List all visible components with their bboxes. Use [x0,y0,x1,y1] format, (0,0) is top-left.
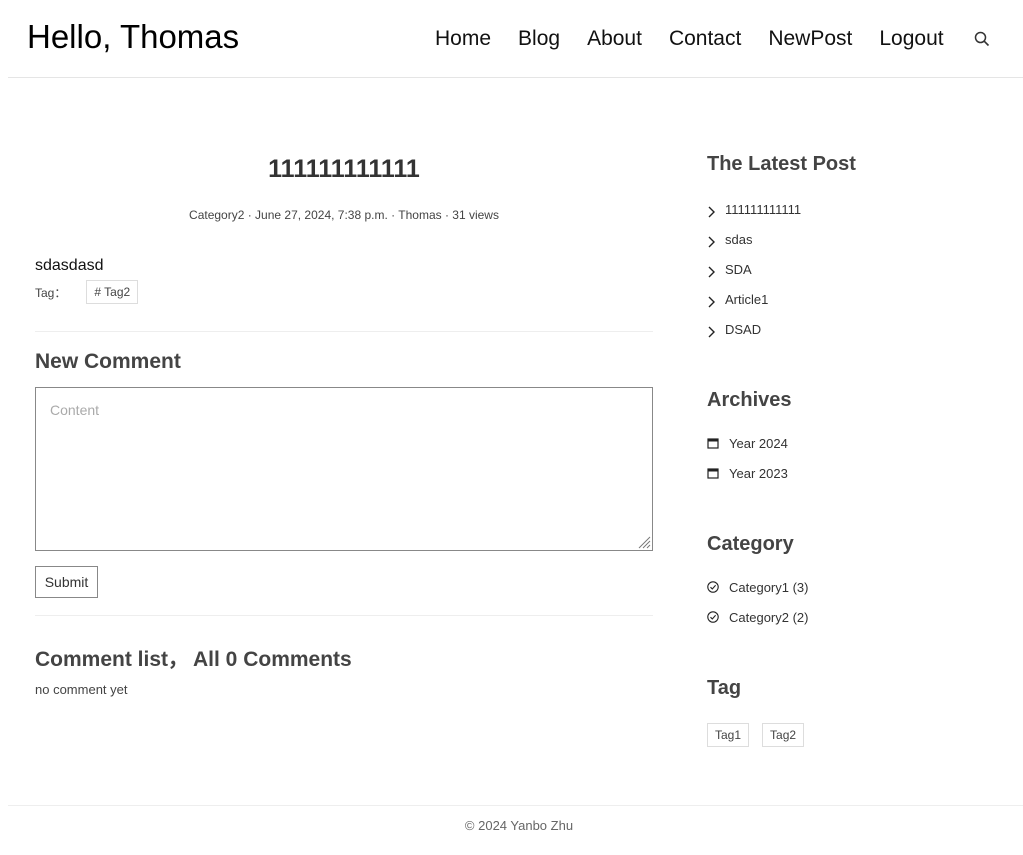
site-footer: © 2024 Yanbo Zhu [464,818,574,833]
submit-button[interactable]: Submit [35,566,98,598]
chevron-right-icon [708,296,715,307]
category-item[interactable]: Category2 (2) [707,602,808,632]
check-circle-icon [707,611,719,623]
category-item[interactable]: Category1 (3) [707,572,808,602]
chevron-right-icon [708,326,715,337]
comment-count: All 0 Comments [193,648,352,671]
latest-post-label: SDA [725,261,752,277]
empty-comments-text: no comment yet [35,682,128,697]
latest-post-list: 111111111111 sdas SDA Article1 DSAD [707,194,801,344]
latest-post-item[interactable]: DSAD [707,314,801,344]
tag-title: Tag [707,677,742,699]
latest-post-title: The Latest Post [707,153,856,175]
calendar-icon [707,438,719,449]
post-title: 111111111111 [268,155,420,183]
chevron-right-icon [708,206,715,217]
archive-item[interactable]: Year 2023 [707,458,788,488]
tag-item[interactable]: Tag2 [762,723,805,747]
latest-post-label: Article1 [725,291,769,307]
comment-list-label: Comment list， [35,648,190,671]
latest-post-label: DSAD [725,321,762,337]
tag-label: Tag： [35,285,67,300]
divider [35,331,653,332]
divider [35,615,653,616]
nav-newpost[interactable]: NewPost [768,25,852,53]
nav-home[interactable]: Home [435,25,491,53]
latest-post-label: sdas [725,231,753,247]
main-nav: Home Blog About Contact NewPost Logout [435,24,990,54]
post-meta: Category2 · June 27, 2024, 7:38 p.m. · T… [189,208,499,222]
post-tags: Tag： # Tag2 [35,280,139,304]
archive-label: Year 2024 [729,435,788,451]
archives-title: Archives [707,389,792,411]
post-body: sdasdasd [35,257,104,274]
search-icon[interactable] [974,31,990,47]
comment-list-heading: Comment list， All 0 Comments [35,643,352,673]
nav-about[interactable]: About [587,25,642,53]
archive-label: Year 2023 [729,465,788,481]
category-list: Category1 (3) Category2 (2) [707,572,808,632]
site-brand[interactable]: Hello, Thomas [27,18,239,56]
chevron-right-icon [708,266,715,277]
new-comment-heading: New Comment [35,350,181,373]
footer-divider [8,805,1023,806]
archives-list: Year 2024 Year 2023 [707,428,788,488]
tag-item[interactable]: Tag1 [707,723,750,747]
latest-post-item[interactable]: SDA [707,254,801,284]
latest-post-item[interactable]: 111111111111 [707,194,801,224]
site-header: Hello, Thomas Home Blog About Contact Ne… [8,0,1023,78]
chevron-right-icon [708,236,715,247]
latest-post-item[interactable]: sdas [707,224,801,254]
tag-cloud: Tag1 Tag2 [707,723,817,747]
check-circle-icon [707,581,719,593]
calendar-icon [707,468,719,479]
latest-post-label: 111111111111 [725,201,802,217]
nav-contact[interactable]: Contact [669,25,741,53]
nav-logout[interactable]: Logout [879,25,943,53]
comment-content-input[interactable] [35,387,653,551]
nav-blog[interactable]: Blog [518,25,560,53]
resize-grip-icon[interactable] [638,536,651,549]
category-label: Category1 (3) [729,579,809,595]
category-label: Category2 (2) [729,609,809,625]
category-title: Category [707,533,794,555]
archive-item[interactable]: Year 2024 [707,428,788,458]
post-tag[interactable]: # Tag2 [86,280,139,304]
latest-post-item[interactable]: Article1 [707,284,801,314]
